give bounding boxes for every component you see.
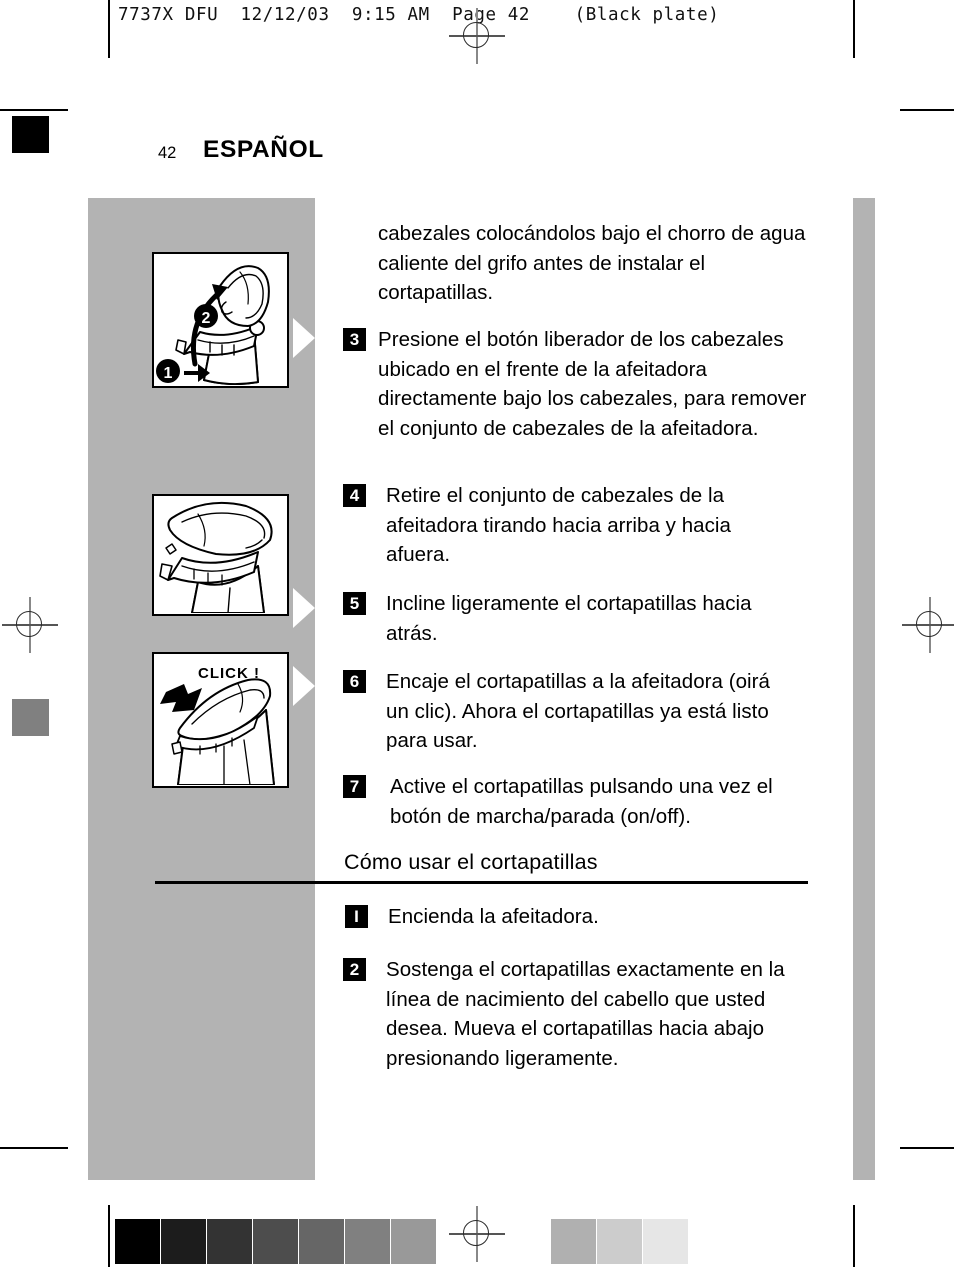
registration-crosshair-right	[902, 597, 954, 653]
step-7-text: Active el cortapatillas pulsando una vez…	[390, 775, 773, 828]
colorbar-swatch-1	[115, 1219, 160, 1264]
step-5-number: 5	[343, 592, 366, 615]
page-number: 42	[158, 144, 177, 162]
usage-step-1-text: Encienda la afeitadora.	[388, 905, 599, 928]
step-3-text: Presione el botón liberador de los cabez…	[378, 328, 807, 440]
crosshair-circle	[916, 611, 942, 637]
colorbar-swatch-3	[207, 1219, 252, 1264]
registration-square-grey	[12, 699, 49, 736]
illustration-shaver-head-open: 2 1	[152, 252, 289, 388]
illustration-trimmer-tilted-back	[152, 494, 289, 616]
crop-mark-top-right	[853, 0, 855, 58]
document-page: 7737X DFU 12/12/03 9:15 AM Page 42 (Blac…	[0, 0, 954, 1267]
colorbar-swatch-9	[597, 1219, 642, 1264]
section-heading-rule	[155, 881, 808, 884]
illustration-trimmer-click-in: CLICK !	[152, 652, 289, 788]
step-5: 5 Incline ligeramente el cortapatillas h…	[343, 589, 783, 648]
colorbar-swatch-2	[161, 1219, 206, 1264]
step-6: 6 Encaje el cortapatillas a la afeitador…	[343, 667, 798, 756]
usage-step-2-text: Sostenga el cortapatillas exactamente en…	[386, 958, 785, 1070]
colorbar-swatch-4	[253, 1219, 298, 1264]
crosshair-circle	[16, 611, 42, 637]
usage-step-1-number: I	[345, 905, 368, 928]
crosshair-circle	[463, 1220, 489, 1246]
usage-step-2: 2 Sostenga el cortapatillas exactamente …	[343, 955, 803, 1073]
press-arrow-icon	[160, 684, 202, 712]
colorbar-swatch-8	[551, 1219, 596, 1264]
svg-text:2: 2	[202, 310, 211, 327]
colorbar-swatch-7	[391, 1219, 436, 1264]
step-5-text: Incline ligeramente el cortapatillas hac…	[386, 592, 752, 645]
step-3-number: 3	[343, 328, 366, 351]
colorbar-swatch-10	[643, 1219, 688, 1264]
notch-pointer-step5	[293, 588, 315, 628]
registration-square-black	[12, 116, 49, 153]
crop-mark-top-left	[108, 0, 110, 58]
step-4-number: 4	[343, 484, 366, 507]
crosshair-circle	[463, 22, 489, 48]
registration-crosshair-top	[449, 8, 505, 64]
step-7-number: 7	[343, 775, 366, 798]
intro-paragraph: cabezales colocándolos bajo el chorro de…	[378, 222, 806, 304]
notch-pointer-step6	[293, 666, 315, 706]
colorbar-swatch-6	[345, 1219, 390, 1264]
trimmer-tilted-back-drawing	[159, 501, 273, 613]
usage-step-1: I Encienda la afeitadora.	[345, 902, 785, 932]
step-7: 7 Active el cortapatillas pulsando una v…	[343, 772, 803, 831]
trimmer-click-in-drawing: CLICK !	[160, 665, 275, 785]
page-title: ESPAÑOL	[203, 136, 324, 163]
registration-crosshair-bottom	[449, 1206, 505, 1262]
crop-mark-right-upper	[900, 109, 954, 111]
callout-number-2: 2	[194, 304, 218, 328]
crop-mark-right-lower	[900, 1147, 954, 1149]
shaver-head-open-drawing: 2 1	[156, 265, 270, 385]
crop-mark-left-upper	[0, 109, 68, 111]
notch-pointer-step3	[293, 318, 315, 358]
usage-step-2-number: 2	[343, 958, 366, 981]
step-4-text: Retire el conjunto de cabezales de la af…	[386, 484, 731, 566]
colorbar-left-rule	[108, 1205, 110, 1267]
section-heading: Cómo usar el cortapatillas	[344, 850, 598, 874]
step-6-text: Encaje el cortapatillas a la afeitadora …	[386, 670, 770, 752]
grey-edge-band-right	[853, 198, 875, 1180]
colorbar-swatch-5	[299, 1219, 344, 1264]
crop-mark-bottom-right	[853, 1205, 855, 1267]
click-label: CLICK !	[198, 665, 260, 682]
step-3: 3 Presione el botón liberador de los cab…	[343, 325, 811, 443]
step-6-number: 6	[343, 670, 366, 693]
crop-mark-left-lower	[0, 1147, 68, 1149]
callout-number-1: 1	[156, 359, 180, 383]
print-header-text: 7737X DFU 12/12/03 9:15 AM Page 42 (Blac…	[118, 5, 720, 25]
registration-crosshair-left	[2, 597, 58, 653]
svg-text:1: 1	[164, 365, 173, 382]
step-4: 4 Retire el conjunto de cabezales de la …	[343, 481, 783, 570]
